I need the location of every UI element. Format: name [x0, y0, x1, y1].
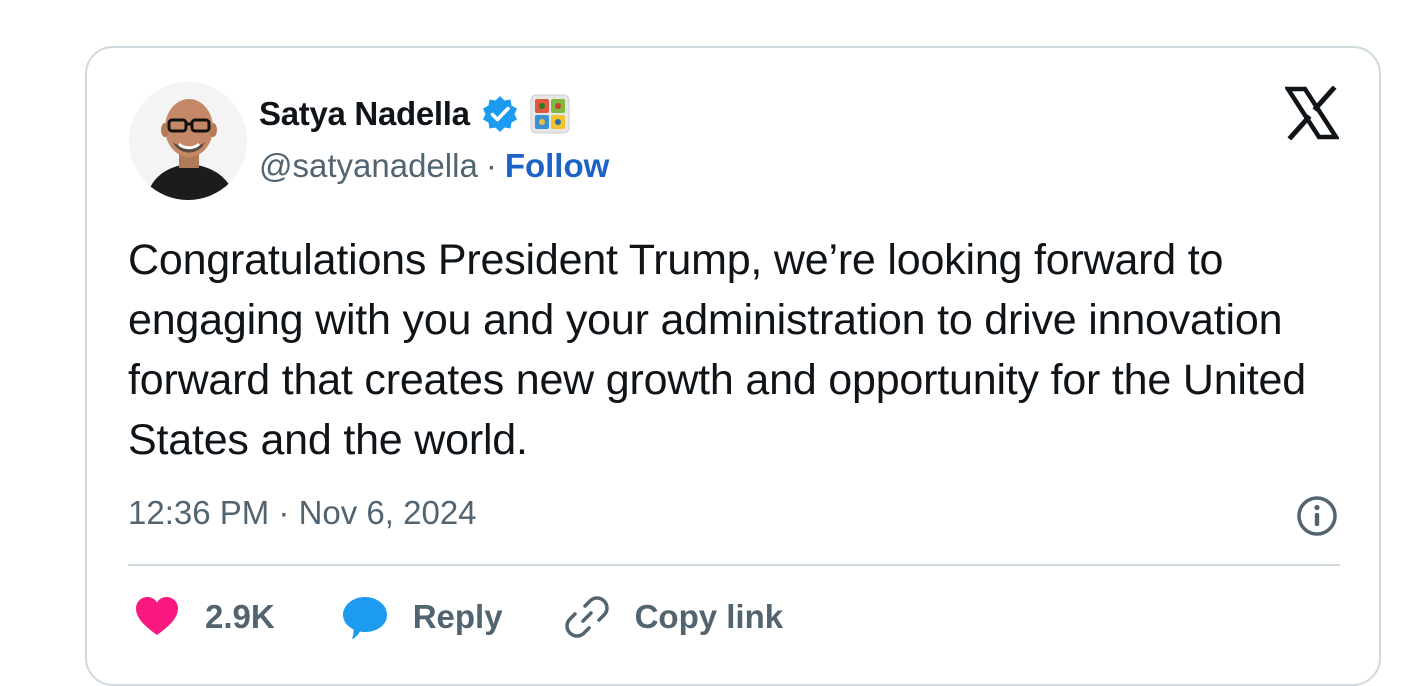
author-handle[interactable]: @satyanadella	[259, 147, 478, 185]
link-icon	[563, 593, 611, 641]
info-icon[interactable]	[1295, 494, 1339, 538]
author-name[interactable]: Satya Nadella	[259, 95, 470, 133]
microsoft-affiliate-icon[interactable]	[530, 94, 570, 134]
author-name-row: Satya Nadella	[259, 94, 570, 134]
tweet-card: Satya Nadella @satyanadella · Follow Con…	[85, 46, 1381, 686]
reply-label: Reply	[412, 598, 503, 635]
author-handle-row: @satyanadella · Follow	[259, 144, 609, 188]
tweet-timestamp[interactable]: 12:36 PM · Nov 6, 2024	[128, 494, 477, 532]
heart-icon	[133, 593, 181, 641]
tweet-text: Congratulations President Trump, we’re l…	[128, 236, 1306, 464]
copy-link-label: Copy link	[634, 598, 784, 635]
tweet-actions: 2.9K Reply Copy link	[133, 588, 783, 646]
like-button[interactable]: 2.9K	[133, 593, 275, 641]
reply-button[interactable]: Reply	[341, 593, 503, 641]
like-count: 2.9K	[205, 598, 275, 635]
verified-badge-icon[interactable]	[480, 94, 520, 134]
follow-button[interactable]: Follow	[505, 147, 609, 185]
divider	[128, 564, 1340, 566]
x-logo-icon[interactable]	[1283, 85, 1341, 141]
speech-bubble-icon	[341, 593, 389, 641]
avatar[interactable]	[129, 82, 247, 200]
separator-dot: ·	[485, 147, 497, 184]
copy-link-button[interactable]: Copy link	[563, 593, 784, 641]
avatar-image	[129, 82, 247, 200]
